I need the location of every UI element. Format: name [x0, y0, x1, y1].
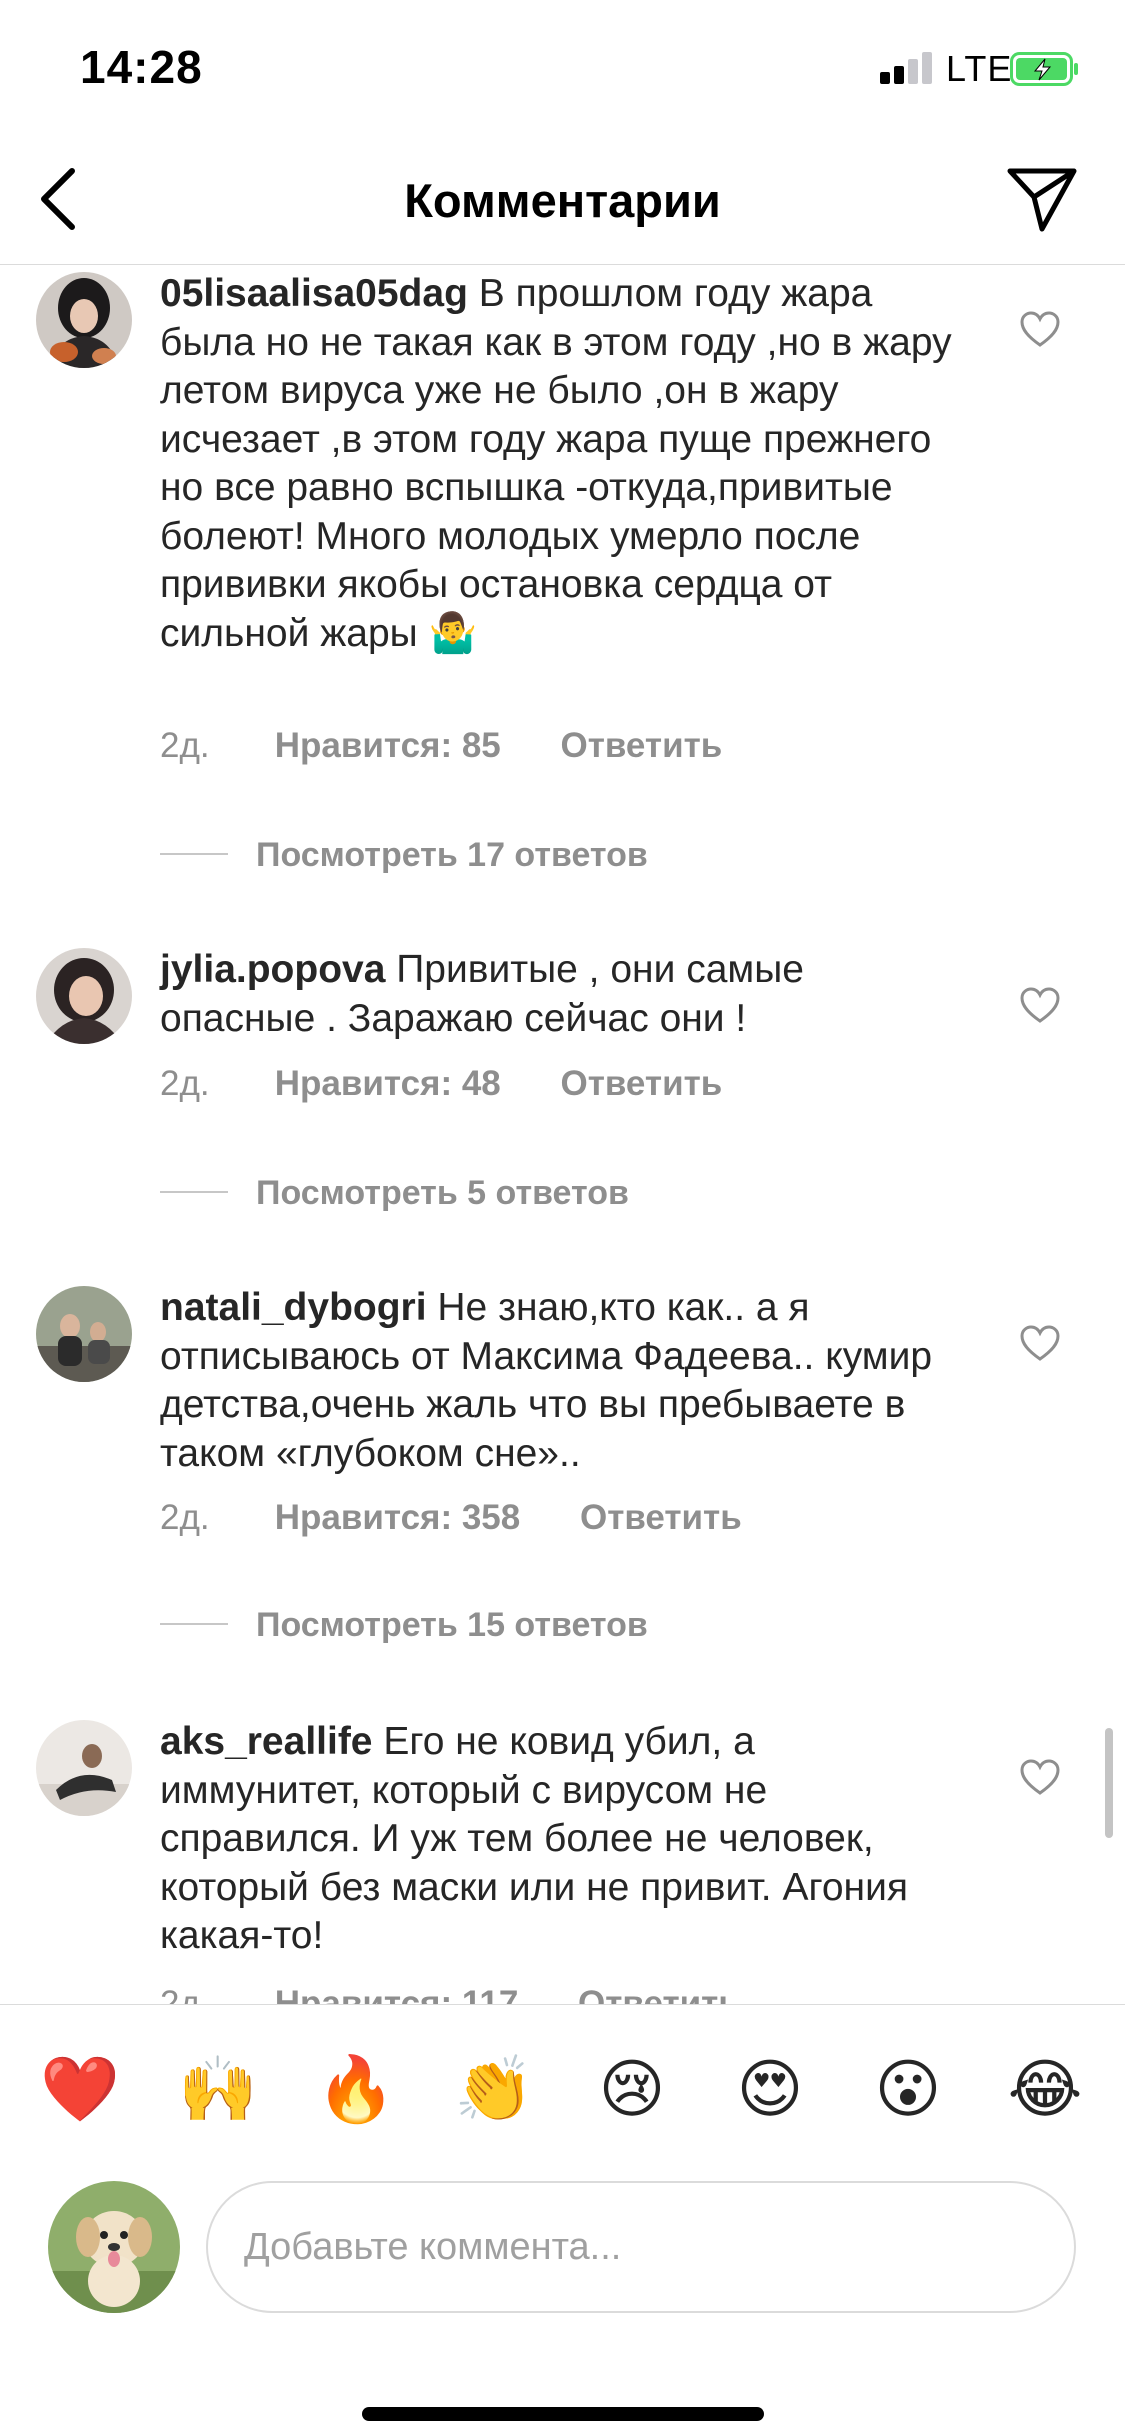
emoji-clap-button[interactable]: 👏 — [449, 2045, 539, 2135]
heart-icon[interactable] — [1019, 986, 1061, 1024]
view-replies-label: Посмотреть 15 ответов — [256, 1606, 648, 1644]
view-replies-label: Посмотреть 5 ответов — [256, 1174, 629, 1212]
emoji-raised-hands-button[interactable]: 🙌 — [173, 2045, 263, 2135]
comment-username[interactable]: natali_dybogri — [160, 1286, 427, 1329]
comment-time: 2д. — [160, 1498, 210, 1537]
comment-list[interactable]: 05lisaalisa05dag В прошлом году жара был… — [0, 266, 1125, 2004]
network-type: LTE — [946, 48, 1013, 89]
view-replies-label: Посмотреть 17 ответов — [256, 836, 648, 874]
comment-likes[interactable]: Нравится: 117 — [275, 1984, 519, 2004]
scrollbar[interactable] — [1105, 1728, 1113, 1838]
comment-meta: 2д. Нравится: 48 Ответить — [160, 1064, 722, 1104]
page-title: Комментарии — [404, 174, 721, 227]
avatar[interactable] — [36, 272, 132, 368]
avatar[interactable] — [36, 1286, 132, 1382]
emoji-heart-button[interactable]: ❤️ — [35, 2045, 125, 2135]
reply-button[interactable]: Ответить — [561, 726, 723, 766]
home-indicator[interactable] — [362, 2407, 764, 2421]
view-replies-button[interactable]: Посмотреть 17 ответов — [160, 836, 648, 875]
comment-username[interactable]: aks_reallife — [160, 1720, 373, 1763]
emoji-surprised-button[interactable]: 😮 — [863, 2045, 953, 2135]
status-bar: 14:28 LTE — [0, 0, 1125, 135]
comment-time: 2д. — [160, 1984, 210, 2004]
comment-time: 2д. — [160, 1064, 210, 1103]
comment-likes[interactable]: Нравится: 85 — [275, 726, 501, 766]
comment-text: 05lisaalisa05dag В прошлом году жара был… — [160, 270, 960, 658]
heart-icon[interactable] — [1019, 1324, 1061, 1362]
comment-username[interactable]: 05lisaalisa05dag — [160, 272, 468, 315]
current-user-avatar[interactable] — [48, 2181, 180, 2313]
view-replies-button[interactable]: Посмотреть 15 ответов — [160, 1606, 648, 1645]
comment-input[interactable] — [206, 2181, 1076, 2313]
reply-button[interactable]: Ответить — [578, 1984, 740, 2004]
comment-likes[interactable]: Нравится: 48 — [275, 1064, 501, 1104]
comment-text: natali_dybogri Не знаю,кто как.. а я отп… — [160, 1284, 960, 1478]
heart-icon[interactable] — [1019, 310, 1061, 348]
comment-likes[interactable]: Нравится: 358 — [275, 1498, 521, 1538]
comment-meta: 2д. Нравится: 85 Ответить — [160, 726, 722, 766]
replies-divider — [160, 853, 228, 856]
comment-meta: 2д. Нравится: 358 Ответить — [160, 1498, 742, 1538]
comment-composer: ❤️ 🙌 🔥 👏 😢 😍 😮 😂 — [0, 2004, 1125, 2436]
comment-time: 2д. — [160, 726, 210, 765]
status-time: 14:28 — [80, 41, 203, 93]
reply-button[interactable]: Ответить — [580, 1498, 742, 1538]
cellular-signal-icon — [880, 52, 936, 84]
battery-charging-icon — [1010, 52, 1078, 86]
emoji-fire-button[interactable]: 🔥 — [311, 2045, 401, 2135]
comment-meta: 2д. Нравится: 117 Ответить — [160, 1984, 740, 2004]
emoji-laughing-button[interactable]: 😂 — [1000, 2045, 1090, 2135]
emoji-heart-eyes-button[interactable]: 😍 — [725, 2045, 815, 2135]
avatar[interactable] — [36, 1720, 132, 1816]
comment-text: jylia.popova Привитые , они самые опасны… — [160, 946, 960, 1043]
reply-button[interactable]: Ответить — [561, 1064, 723, 1104]
view-replies-button[interactable]: Посмотреть 5 ответов — [160, 1174, 629, 1213]
paper-plane-icon[interactable] — [1002, 157, 1082, 237]
comment-username[interactable]: jylia.popova — [160, 948, 385, 991]
emoji-crying-button[interactable]: 😢 — [587, 2045, 677, 2135]
nav-header: Комментарии — [0, 135, 1125, 265]
avatar[interactable] — [36, 948, 132, 1044]
replies-divider — [160, 1191, 228, 1194]
heart-icon[interactable] — [1019, 1758, 1061, 1796]
emoji-quick-bar: ❤️ 🙌 🔥 👏 😢 😍 😮 😂 — [0, 2045, 1125, 2135]
replies-divider — [160, 1623, 228, 1626]
comment-text: aks_reallife Его не ковид убил, а иммуни… — [160, 1718, 960, 1961]
comment-message: В прошлом году жара была но не такая как… — [160, 272, 952, 655]
